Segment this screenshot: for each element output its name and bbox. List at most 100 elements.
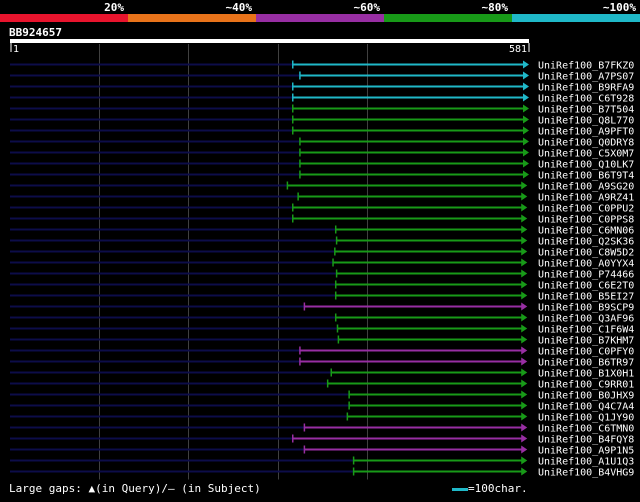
hit-arrow: [521, 214, 528, 223]
hit-label: UniRef100_B9RFA9: [538, 83, 634, 94]
hit-arrow: [521, 247, 528, 256]
hit-arrow: [521, 434, 528, 443]
identity-scale-segment: [128, 14, 256, 22]
hit-arrow: [523, 115, 529, 124]
identity-scale-segment: [384, 14, 512, 22]
hit-label: UniRef100_A9SG20: [538, 182, 634, 193]
hit-label: UniRef100_B6T9T4: [538, 171, 634, 182]
query-bar: [10, 39, 529, 43]
hit-label: UniRef100_C8W5D2: [538, 248, 634, 259]
hit-label: UniRef100_C9RR01: [538, 380, 634, 391]
query-start-label: 1: [13, 44, 19, 55]
hit-label: UniRef100_Q8L770: [538, 116, 634, 127]
hit-arrow: [521, 445, 528, 454]
hit-arrow: [521, 203, 528, 212]
hit-arrow: [521, 181, 528, 190]
hit-label: UniRef100_A9PFT0: [538, 127, 634, 138]
hit-arrow: [521, 335, 528, 344]
identity-scale-segment: [0, 14, 128, 22]
hit-arrow: [521, 390, 528, 399]
query-gap-text: (in Query)/: [95, 482, 168, 495]
hit-arrow: [521, 291, 528, 300]
hit-arrow: [523, 159, 529, 168]
hit-label: UniRef100_C0PPU2: [538, 204, 634, 215]
hit-label: UniRef100_B7FKZ0: [538, 61, 634, 72]
hit-arrow: [523, 82, 529, 91]
hit-arrow: [521, 368, 528, 377]
hit-label: UniRef100_C1F6W4: [538, 325, 634, 336]
identity-scale-label: 20%: [104, 1, 124, 14]
scale-legend: =100char.: [452, 482, 528, 495]
hit-label: UniRef100_B5EI27: [538, 292, 634, 303]
hit-label: UniRef100_A1U1Q3: [538, 457, 634, 468]
identity-scale-segment: [256, 14, 384, 22]
hit-label: UniRef100_B4VHG9: [538, 468, 634, 479]
hit-label: UniRef100_C6MN06: [538, 226, 634, 237]
hit-label: UniRef100_B7KHM7: [538, 336, 634, 347]
hit-label: UniRef100_C5X0M7: [538, 149, 634, 160]
hit-arrow: [523, 60, 529, 69]
hit-arrow: [523, 71, 529, 80]
hit-arrow: [523, 104, 529, 113]
hit-arrow: [521, 225, 528, 234]
hit-label: UniRef100_Q4C7A4: [538, 402, 634, 413]
hit-label: UniRef100_A0YYX4: [538, 259, 634, 270]
hit-label: UniRef100_A9P1N5: [538, 446, 634, 457]
hit-label: UniRef100_C6E2T0: [538, 281, 634, 292]
hit-arrow: [521, 192, 528, 201]
query-end-label: 581: [509, 44, 527, 55]
hit-arrow: [521, 346, 528, 355]
scale-swatch: [452, 487, 468, 491]
hit-arrow: [523, 93, 529, 102]
query-name: BB924657: [9, 26, 62, 39]
identity-scale-label: ~100%: [603, 1, 636, 14]
hit-label: UniRef100_Q10LK7: [538, 160, 634, 171]
hit-arrow: [523, 148, 529, 157]
hit-label: UniRef100_B0JHX9: [538, 391, 634, 402]
hit-arrow: [523, 170, 529, 179]
hit-arrow: [521, 258, 528, 267]
hit-label: UniRef100_B7T504: [538, 105, 634, 116]
identity-scale-label: ~40%: [226, 1, 253, 14]
hit-arrow: [523, 126, 529, 135]
hit-arrow: [521, 324, 528, 333]
hit-label: UniRef100_Q1JY90: [538, 413, 634, 424]
hit-arrow: [521, 313, 528, 322]
subject-gap-text: (in Subject): [181, 482, 261, 495]
hit-label: UniRef100_B6TR97: [538, 358, 634, 369]
alignment-chart: 20% ~40% ~60% ~80% ~100% BB924657 1 581 UniRef10…: [0, 1, 640, 480]
hit-label: UniRef100_Q3AF96: [538, 314, 634, 325]
scale-text: =100char.: [468, 482, 528, 495]
hit-label: UniRef100_A7PS07: [538, 72, 634, 83]
hit-arrow: [521, 280, 528, 289]
hit-label: UniRef100_B4FQY8: [538, 435, 634, 446]
hit-arrow: [521, 236, 528, 245]
hit-label: UniRef100_C6T928: [538, 94, 634, 105]
hit-arrow: [521, 357, 528, 366]
hit-label: UniRef100_C0PPS8: [538, 215, 634, 226]
hit-arrow: [521, 467, 528, 476]
hit-label: UniRef100_Q2SK36: [538, 237, 634, 248]
hit-arrow: [523, 137, 529, 146]
hit-label: UniRef100_P74466: [538, 270, 634, 281]
hit-arrow: [521, 401, 528, 410]
gaps-label: Large gaps:: [9, 482, 82, 495]
identity-scale-segment: [512, 14, 640, 22]
hit-label: UniRef100_C0PFY0: [538, 347, 634, 358]
hit-label: UniRef100_C6TMN0: [538, 424, 634, 435]
alignment-overview: 20% ~40% ~60% ~80% ~100% BB924657 1 581 UniRef10…: [0, 0, 640, 498]
hit-arrow: [521, 269, 528, 278]
hit-label: UniRef100_Q0DRY8: [538, 138, 634, 149]
identity-scale-label: ~60%: [354, 1, 381, 14]
hit-label: UniRef100_B1X0H1: [538, 369, 634, 380]
hit-label: UniRef100_B9SCP9: [538, 303, 634, 314]
hit-arrow: [521, 412, 528, 421]
gaps-legend: Large gaps: ▲(in Query)/— (in Subject): [9, 482, 261, 495]
hit-arrow: [521, 379, 528, 388]
subject-gap-icon: —: [167, 482, 175, 495]
hit-arrow: [521, 302, 528, 311]
identity-scale-label: ~80%: [482, 1, 509, 14]
hit-arrow: [521, 456, 528, 465]
hit-label: UniRef100_A9RZ41: [538, 193, 634, 204]
hit-arrow: [521, 423, 528, 432]
